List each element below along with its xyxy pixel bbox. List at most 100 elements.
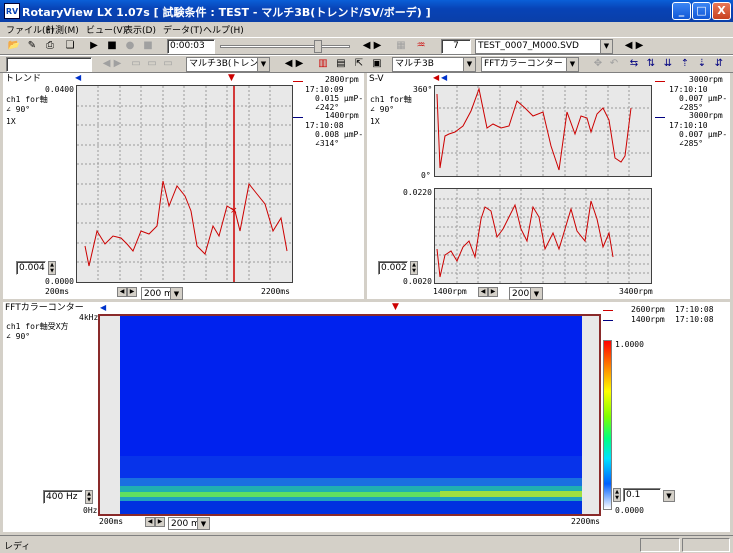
fft-contour-plot[interactable] xyxy=(98,314,601,516)
fft-legend-line-1 xyxy=(603,310,613,311)
sv-scale-spinner[interactable]: ▲ ▼ xyxy=(410,261,418,275)
close-button[interactable]: X xyxy=(712,2,731,20)
chevron-down-icon[interactable]: ▼ xyxy=(197,518,209,529)
fft-fmax: 4kHz xyxy=(79,313,99,322)
playback-slider-thumb[interactable] xyxy=(314,40,322,53)
sv-phase-plot[interactable] xyxy=(434,85,652,177)
trend-scroll-right[interactable]: ▶ xyxy=(127,287,137,297)
file-select-value: TEST_0007_M000.SVD xyxy=(478,41,579,51)
fft-low-band-6 xyxy=(120,497,582,501)
axis-z-icon[interactable]: ⇊ xyxy=(660,56,676,72)
pause-icon[interactable]: ■ xyxy=(140,38,156,54)
layout-select[interactable]: マルチ3B(トレンド ▼ xyxy=(186,57,270,72)
chevron-down-icon[interactable]: ▼ xyxy=(600,40,612,53)
fft-scroll-left[interactable]: ◀ xyxy=(145,517,155,527)
scale-icon[interactable]: ⇣ xyxy=(694,56,710,72)
sv-legend-line-2 xyxy=(655,117,665,118)
marker-icon[interactable]: ♒ xyxy=(413,38,429,54)
sv-scroll-left[interactable]: ◀ xyxy=(478,287,488,297)
fft-bottom-band xyxy=(120,501,582,514)
chevron-down-icon[interactable]: ▼ xyxy=(257,58,269,71)
fft-scroll-right[interactable]: ▶ xyxy=(155,517,165,527)
fft-scale-spinner[interactable]: ▲ ▼ xyxy=(85,490,93,504)
fft-red-marker[interactable]: ▼ xyxy=(392,302,399,312)
print-icon[interactable]: ⎙ xyxy=(42,38,58,54)
print-preview-icon[interactable]: ▣ xyxy=(369,56,385,72)
bar-chart-icon[interactable]: ▥ xyxy=(315,56,331,72)
file-nav-arrows-icon[interactable]: ◀ ▶ xyxy=(622,38,646,54)
sv-step-select[interactable]: 200 ▼ xyxy=(509,287,543,300)
chevron-down-icon[interactable]: ▼ xyxy=(170,288,182,299)
maximize-button[interactable]: □ xyxy=(692,2,711,20)
fft-scale-field[interactable]: 400 Hz xyxy=(43,490,83,504)
sv-panel: S-V ◀ ◀ ch1 for軸 ∠ 90° 1X 360° 0° 0.0220… xyxy=(367,73,730,300)
view-select[interactable]: マルチ3B ▼ xyxy=(392,57,476,72)
play-icon[interactable]: ▶ xyxy=(86,38,102,54)
trend-legend-1-rpm: 2800rpm xyxy=(325,75,359,84)
menu-data[interactable]: データ(T) xyxy=(163,23,203,36)
axis-y-icon[interactable]: ⇅ xyxy=(643,56,659,72)
chevron-down-icon[interactable]: ▼ xyxy=(530,288,542,299)
minimize-button[interactable]: _ xyxy=(672,2,691,20)
record-icon[interactable]: ● xyxy=(122,38,138,54)
red-cursor-marker[interactable]: ▼ xyxy=(228,73,235,83)
sv-scroll-right[interactable]: ▶ xyxy=(488,287,498,297)
trend-ymin: 0.0000 xyxy=(45,277,74,286)
fft-select[interactable]: FFTカラーコンター ▼ xyxy=(481,57,579,72)
sv-amp-svg xyxy=(435,189,651,283)
chart-icon[interactable]: ▤ xyxy=(333,56,349,72)
sv-scale-field[interactable]: 0.002 xyxy=(378,261,408,275)
blue-cursor-marker[interactable]: ◀ xyxy=(75,73,81,82)
layout-arrows-icon[interactable]: ◀ ▶ xyxy=(282,56,306,72)
sv-amp-line xyxy=(436,200,614,278)
sv-red-marker[interactable]: ◀ xyxy=(433,73,439,82)
sv-amp-plot[interactable] xyxy=(434,188,652,284)
trend-step-select[interactable]: 200 ms ▼ xyxy=(141,287,183,300)
fft-angle: ∠ 90° xyxy=(6,332,31,341)
grid-icon[interactable]: ▦ xyxy=(393,38,409,54)
export-icon[interactable]: ⇱ xyxy=(351,56,367,72)
scale-up-icon[interactable]: ⇡ xyxy=(677,56,693,72)
prev-next-arrows-icon[interactable]: ◀ ▶ xyxy=(360,38,384,54)
fft-colorbar-spinner[interactable]: ▲ ▼ xyxy=(613,488,621,502)
sv-phase-svg xyxy=(435,86,651,176)
fft-step-select[interactable]: 200 ms ▼ xyxy=(168,517,210,530)
axis-x-icon[interactable]: ⇆ xyxy=(626,56,642,72)
save-icon[interactable]: ✎ xyxy=(24,38,40,54)
trend-plot[interactable]: × xyxy=(76,85,293,283)
sv-order: 1X xyxy=(370,117,380,126)
trend-title: トレンド xyxy=(5,74,42,84)
scale-reset-icon[interactable]: ⇵ xyxy=(711,56,727,72)
fft-colorbar-scale-field[interactable]: 0.1 xyxy=(623,488,661,502)
fft-title: FFTカラーコンター xyxy=(5,303,84,313)
chevron-down-icon[interactable]: ▼ xyxy=(566,58,578,71)
copy-icon[interactable]: ❏ xyxy=(62,38,78,54)
fft-legend-1-rpm: 2600rpm xyxy=(631,305,665,314)
fft-colorbar-min: 0.0000 xyxy=(615,506,644,515)
fft-blue-marker[interactable]: ◀ xyxy=(100,303,106,312)
file-select[interactable]: TEST_0007_M000.SVD ▼ xyxy=(475,39,613,54)
sv-phase-grid xyxy=(435,86,651,176)
sv-blue-marker[interactable]: ◀ xyxy=(441,73,447,82)
trend-xmin: 200ms xyxy=(45,287,70,296)
trend-scale-field[interactable]: 0.004 xyxy=(16,261,46,275)
menu-view[interactable]: ビュー(V) xyxy=(86,23,126,36)
undo-icon[interactable]: ↶ xyxy=(606,56,622,72)
empty-select[interactable] xyxy=(6,57,92,72)
trend-scale-spinner[interactable]: ▲ ▼ xyxy=(48,261,56,275)
data-number-field[interactable]: 7 xyxy=(441,39,471,54)
menu-display[interactable]: 表示(D) xyxy=(124,23,156,36)
playback-slider[interactable] xyxy=(220,45,350,48)
cross-cursor-icon[interactable]: ✥ xyxy=(590,56,606,72)
disabled-arrows-icon: ◀ ▶ xyxy=(102,58,122,69)
open-folder-icon[interactable]: 📂 xyxy=(6,38,22,54)
menu-help[interactable]: ヘルプ(H) xyxy=(203,23,244,36)
fft-contour-svg xyxy=(120,316,582,514)
menu-measure[interactable]: 計測(M) xyxy=(46,23,79,36)
window-title: RotaryView LX 1.07s [ 試験条件 : TEST - マルチ3… xyxy=(22,6,431,19)
sv-channel: ch1 for軸 xyxy=(370,95,412,104)
chevron-down-icon[interactable]: ▼ xyxy=(463,58,475,71)
stop-icon[interactable]: ■ xyxy=(104,38,120,54)
chevron-down-icon[interactable]: ▼ xyxy=(663,490,675,502)
trend-scroll-left[interactable]: ◀ xyxy=(117,287,127,297)
